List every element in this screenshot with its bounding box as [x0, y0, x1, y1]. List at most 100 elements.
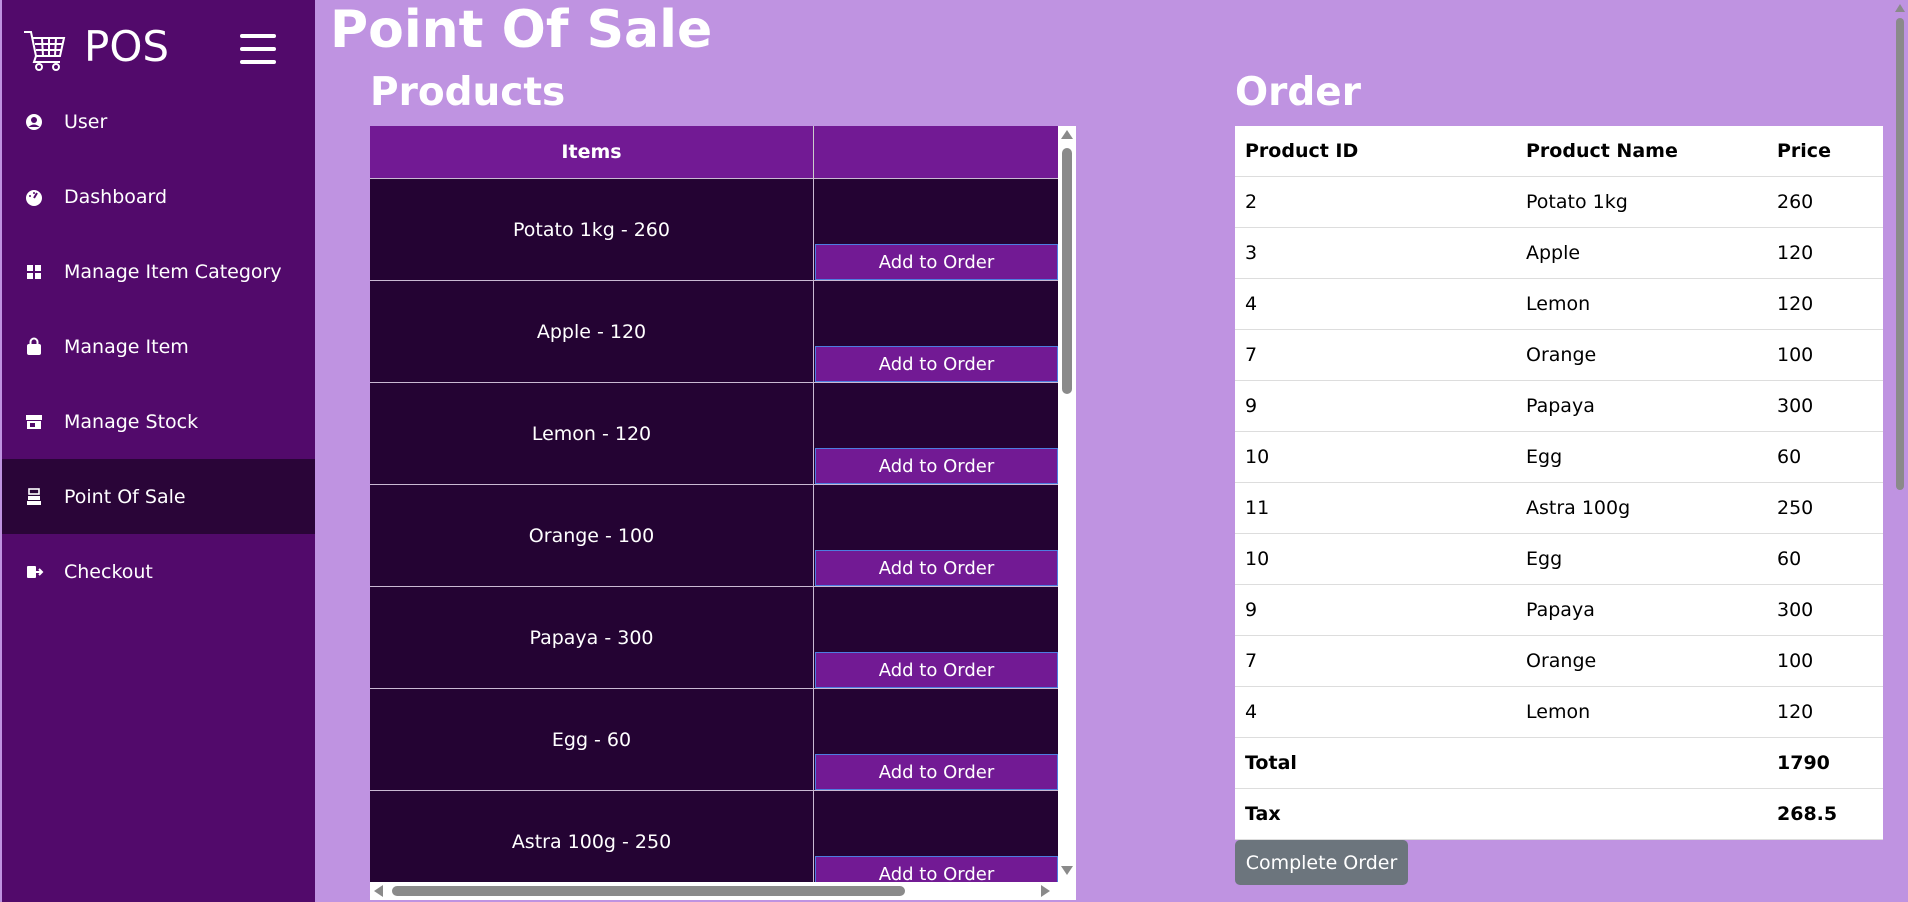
add-to-order-button[interactable]: Add to Order: [815, 448, 1058, 484]
add-to-order-button[interactable]: Add to Order: [815, 244, 1058, 280]
sidebar-item-manage-item[interactable]: Manage Item: [2, 309, 315, 384]
product-row: Papaya - 300 Add to Order: [370, 586, 1058, 689]
product-name: Apple - 120: [370, 280, 814, 383]
complete-order-button[interactable]: Complete Order: [1235, 840, 1408, 885]
order-header-row: Product ID Product Name Price: [1235, 126, 1883, 177]
products-vertical-scrollbar[interactable]: [1058, 126, 1076, 880]
product-name: Papaya: [1516, 584, 1767, 636]
scroll-right-arrow-icon[interactable]: [1041, 885, 1050, 897]
products-table: Items Potato 1kg - 260 Add to Order Appl…: [370, 126, 1058, 892]
product-id: 9: [1235, 584, 1516, 636]
total-label: Total: [1235, 737, 1516, 789]
order-tax-row: Tax 268.5: [1235, 788, 1883, 840]
product-name: Papaya: [1516, 380, 1767, 432]
sidebar-item-point-of-sale[interactable]: Point Of Sale: [2, 459, 315, 534]
sidebar-item-label: Manage Item Category: [64, 260, 282, 283]
order-table: Product ID Product Name Price 2 Potato 1k…: [1235, 126, 1883, 840]
cash-register-icon: [27, 487, 41, 505]
product-name: Egg: [1516, 533, 1767, 585]
scrollbar-thumb[interactable]: [392, 886, 905, 896]
sidebar-item-user[interactable]: User: [2, 84, 315, 159]
product-row: Egg - 60 Add to Order: [370, 688, 1058, 791]
price: 100: [1767, 329, 1883, 381]
scroll-up-arrow-icon[interactable]: [1895, 4, 1905, 12]
product-name-header: Product Name: [1516, 126, 1767, 177]
product-id: 11: [1235, 482, 1516, 534]
order-row: 4 Lemon 120: [1235, 686, 1883, 738]
product-row: Astra 100g - 250 Add to Order: [370, 790, 1058, 892]
price: 100: [1767, 635, 1883, 687]
add-to-order-button[interactable]: Add to Order: [815, 550, 1058, 586]
store-icon: [26, 414, 42, 429]
add-to-order-button[interactable]: Add to Order: [815, 346, 1058, 382]
product-row: Orange - 100 Add to Order: [370, 484, 1058, 587]
shopping-bag-icon: [27, 337, 41, 355]
product-name: Lemon - 120: [370, 382, 814, 485]
order-row: 10 Egg 60: [1235, 533, 1883, 585]
scroll-down-arrow-icon[interactable]: [1061, 866, 1073, 875]
sidebar-item-checkout[interactable]: Checkout: [2, 534, 315, 609]
scroll-left-arrow-icon[interactable]: [374, 885, 383, 897]
product-id-header: Product ID: [1235, 126, 1516, 177]
product-row: Lemon - 120 Add to Order: [370, 382, 1058, 485]
product-name: Orange: [1516, 329, 1767, 381]
sidebar-item-manage-item-category[interactable]: Manage Item Category: [2, 234, 315, 309]
sidebar-item-label: Checkout: [64, 560, 153, 583]
scrollbar-thumb[interactable]: [1896, 18, 1904, 490]
order-row: 9 Papaya 300: [1235, 584, 1883, 636]
product-name: Apple: [1516, 227, 1767, 279]
product-id: 10: [1235, 533, 1516, 585]
add-to-order-button[interactable]: Add to Order: [815, 754, 1058, 790]
product-name: Astra 100g: [1516, 482, 1767, 534]
order-row: 2 Potato 1kg 260: [1235, 176, 1883, 228]
hamburger-menu-icon[interactable]: [240, 34, 276, 64]
product-id: 3: [1235, 227, 1516, 279]
add-to-order-button[interactable]: Add to Order: [815, 652, 1058, 688]
product-name: Orange - 100: [370, 484, 814, 587]
product-row: Apple - 120 Add to Order: [370, 280, 1058, 383]
product-name: Egg - 60: [370, 688, 814, 791]
product-name: Lemon: [1516, 686, 1767, 738]
products-panel[interactable]: Items Potato 1kg - 260 Add to Order Appl…: [370, 126, 1076, 900]
price: 250: [1767, 482, 1883, 534]
scroll-up-arrow-icon[interactable]: [1061, 130, 1073, 139]
product-id: 9: [1235, 380, 1516, 432]
product-row: Potato 1kg - 260 Add to Order: [370, 178, 1058, 281]
product-name: Potato 1kg: [1516, 176, 1767, 228]
brand-title: POS: [84, 22, 170, 71]
sidebar: POS User Dashboard Manage Item Category: [2, 0, 315, 902]
order-title: Order: [1235, 70, 1361, 115]
action-column-header: [813, 126, 1058, 179]
order-row: 7 Orange 100: [1235, 635, 1883, 687]
price: 60: [1767, 431, 1883, 483]
tax-label: Tax: [1235, 788, 1516, 840]
price: 300: [1767, 380, 1883, 432]
price: 120: [1767, 686, 1883, 738]
order-row: 10 Egg 60: [1235, 431, 1883, 483]
order-row: 9 Papaya 300: [1235, 380, 1883, 432]
price: 260: [1767, 176, 1883, 228]
page-scrollbar[interactable]: [1892, 0, 1908, 902]
price: 120: [1767, 227, 1883, 279]
product-id: 10: [1235, 431, 1516, 483]
product-id: 7: [1235, 329, 1516, 381]
scrollbar-thumb[interactable]: [1062, 148, 1072, 394]
sidebar-item-label: User: [64, 110, 108, 133]
grid-icon: [27, 264, 41, 279]
product-name: Egg: [1516, 431, 1767, 483]
sidebar-item-dashboard[interactable]: Dashboard: [2, 159, 315, 234]
products-horizontal-scrollbar[interactable]: [370, 882, 1058, 900]
product-id: 2: [1235, 176, 1516, 228]
page-title: Point Of Sale: [330, 0, 713, 60]
product-name: Astra 100g - 250: [370, 790, 814, 892]
sign-out-icon: [27, 565, 44, 578]
products-title: Products: [370, 70, 566, 115]
items-column-header: Items: [370, 126, 814, 179]
product-name: Lemon: [1516, 278, 1767, 330]
price: 120: [1767, 278, 1883, 330]
sidebar-item-label: Dashboard: [64, 185, 168, 208]
product-id: 7: [1235, 635, 1516, 687]
sidebar-item-label: Point Of Sale: [64, 485, 186, 508]
sidebar-item-manage-stock[interactable]: Manage Stock: [2, 384, 315, 459]
tax-value: 268.5: [1767, 788, 1883, 840]
